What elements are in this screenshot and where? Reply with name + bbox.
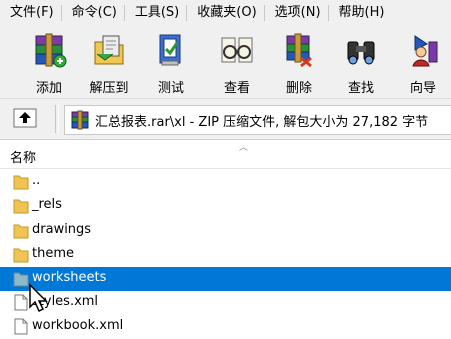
find-label: 查找 [347,81,374,96]
file-name: .. [32,173,41,188]
folder-icon [13,175,29,190]
menu-favorites[interactable]: 收藏夹(O) [187,0,263,26]
rar-archive-icon [71,110,89,130]
list-item-workbook[interactable]: workbook.xml [0,315,451,339]
address-divider [55,105,59,133]
test-button[interactable]: 测试 [146,30,196,96]
folder-icon [13,224,29,239]
delete-button[interactable]: 删除 [274,30,324,96]
wizard-button[interactable]: 向导 [398,30,448,96]
address-bar: 汇总报表.rar\xl - ZIP 压缩文件, 解包大小为 27,182 字节 [0,99,451,140]
file-list-header: 名称 ︿ [0,140,451,170]
extract-to-icon [94,35,124,65]
find-icon [347,41,375,65]
delete-icon [286,33,312,68]
list-item-drawings[interactable]: drawings [0,219,451,243]
delete-label: 删除 [285,81,312,96]
extract-to-button[interactable]: 解压到 [84,30,134,96]
view-icon [221,37,253,63]
file-name: theme [32,246,74,261]
test-icon [159,34,181,66]
folder-icon [13,272,29,287]
add-label: 添加 [35,81,62,96]
extract-to-label: 解压到 [89,81,129,96]
address-field[interactable]: 汇总报表.rar\xl - ZIP 压缩文件, 解包大小为 27,182 字节 [64,105,451,135]
menu-commands[interactable]: 命令(C) [62,0,124,26]
file-name: drawings [32,222,92,237]
menu-help[interactable]: 帮助(H) [329,0,392,26]
file-name: workbook.xml [32,318,124,333]
list-item-worksheets[interactable]: worksheets [0,267,451,291]
sort-caret-icon: ︿ [239,143,249,153]
menu-file[interactable]: 文件(F) [0,0,61,26]
wizard-icon [412,35,438,67]
folder-icon [13,248,29,263]
list-item-styles[interactable]: styles.xml [0,291,451,315]
wizard-label: 向导 [409,81,436,96]
view-button[interactable]: 查看 [212,30,262,96]
test-label: 测试 [157,81,184,96]
header-divider [0,168,451,169]
view-label: 查看 [223,81,250,96]
add-button[interactable]: 添加 [24,30,74,96]
list-item-parent[interactable]: .. [0,170,451,194]
up-folder-button[interactable] [12,107,38,129]
list-item-theme[interactable]: theme [0,243,451,267]
xml-file-icon [14,294,28,311]
xml-file-icon [14,318,28,335]
mouse-cursor-icon [29,283,48,313]
menu-bar: 文件(F) 命令(C) 工具(S) 收藏夹(O) 选项(N) 帮助(H) [0,0,451,26]
column-header-name[interactable]: 名称 [10,147,36,166]
add-archive-icon [35,33,67,68]
find-button[interactable]: 查找 [336,30,386,96]
folder-icon [13,199,29,214]
archive-path-text: 汇总报表.rar\xl - ZIP 压缩文件, 解包大小为 27,182 字节 [95,115,429,130]
menu-options[interactable]: 选项(N) [265,0,328,26]
toolbar: 添加 解压到 测试 查看 删除 查找 向导 [0,26,451,99]
file-name: _rels [32,197,62,212]
menu-tools[interactable]: 工具(S) [125,0,186,26]
list-item-rels[interactable]: _rels [0,194,451,218]
